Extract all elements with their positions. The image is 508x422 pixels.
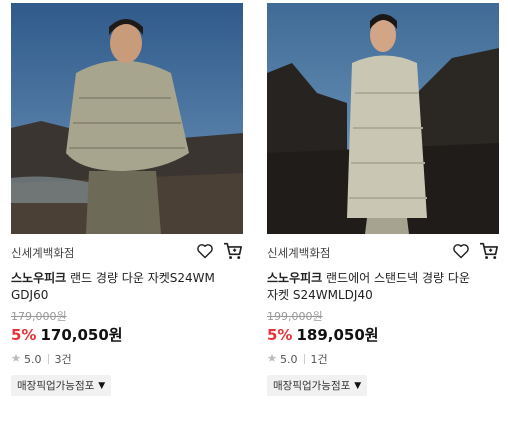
original-price: 199,000원	[267, 310, 323, 323]
shopping-cart-icon[interactable]	[223, 241, 243, 261]
card-actions	[451, 241, 499, 261]
product-card: 신세계백화점 스노우피크 랜드 경량 다운 자켓S24WM GDJ60 179,…	[11, 3, 243, 396]
product-grid: 신세계백화점 스노우피크 랜드 경량 다운 자켓S24WM GDJ60 179,…	[0, 0, 508, 422]
original-price: 179,000원	[11, 310, 67, 323]
sale-price: 189,050원	[296, 326, 379, 344]
product-name-line2: 자켓 S24WMLDJ40	[267, 288, 373, 302]
divider	[47, 354, 49, 364]
rating-value: 5.0	[24, 352, 42, 366]
price-row: 5% 189,050원	[267, 324, 499, 345]
heart-outline-icon[interactable]	[451, 241, 471, 261]
sale-price: 170,050원	[40, 326, 123, 344]
store-row: 신세계백화점	[267, 241, 499, 263]
heart-outline-icon[interactable]	[195, 241, 215, 261]
rating-value: 5.0	[280, 352, 298, 366]
card-actions	[195, 241, 243, 261]
star-icon	[11, 353, 21, 366]
product-title[interactable]: 스노우피크 랜드 경량 다운 자켓S24WM GDJ60	[11, 270, 243, 304]
store-row: 신세계백화점	[11, 241, 243, 263]
store-name: 신세계백화점	[11, 246, 75, 260]
product-title[interactable]: 스노우피크 랜드에어 스탠드넥 경량 다운 자켓 S24WMLDJ40	[267, 270, 499, 304]
price-row: 5% 170,050원	[11, 324, 243, 345]
brand-name: 스노우피크	[11, 271, 67, 285]
star-icon	[267, 353, 277, 366]
review-count: 3건	[54, 353, 72, 366]
pickup-label: 매장픽업가능점포	[17, 380, 95, 392]
product-name-line2: GDJ60	[11, 288, 49, 302]
pickup-label: 매장픽업가능점포	[273, 380, 351, 392]
store-pickup-dropdown[interactable]: 매장픽업가능점포 ▼	[267, 375, 368, 396]
rating-row: 5.0 1건	[267, 351, 499, 367]
triangle-down-icon: ▼	[354, 380, 362, 391]
brand-name: 스노우피크	[267, 271, 323, 285]
store-pickup-dropdown[interactable]: 매장픽업가능점포 ▼	[11, 375, 112, 396]
store-name: 신세계백화점	[267, 246, 331, 260]
product-image[interactable]	[11, 3, 243, 234]
product-name-line1: 랜드에어 스탠드넥 경량 다운	[322, 271, 470, 285]
product-card: 신세계백화점 스노우피크 랜드에어 스탠드넥 경량 다운 자켓 S24WMLDJ…	[267, 3, 499, 396]
rating-row: 5.0 3건	[11, 351, 243, 367]
shopping-cart-icon[interactable]	[479, 241, 499, 261]
product-name-line1: 랜드 경량 다운 자켓S24WM	[66, 271, 215, 285]
review-count: 1건	[310, 353, 328, 366]
discount-rate: 5%	[11, 326, 37, 344]
divider	[303, 354, 305, 364]
triangle-down-icon: ▼	[98, 380, 106, 391]
discount-rate: 5%	[267, 326, 293, 344]
product-image[interactable]	[267, 3, 499, 234]
